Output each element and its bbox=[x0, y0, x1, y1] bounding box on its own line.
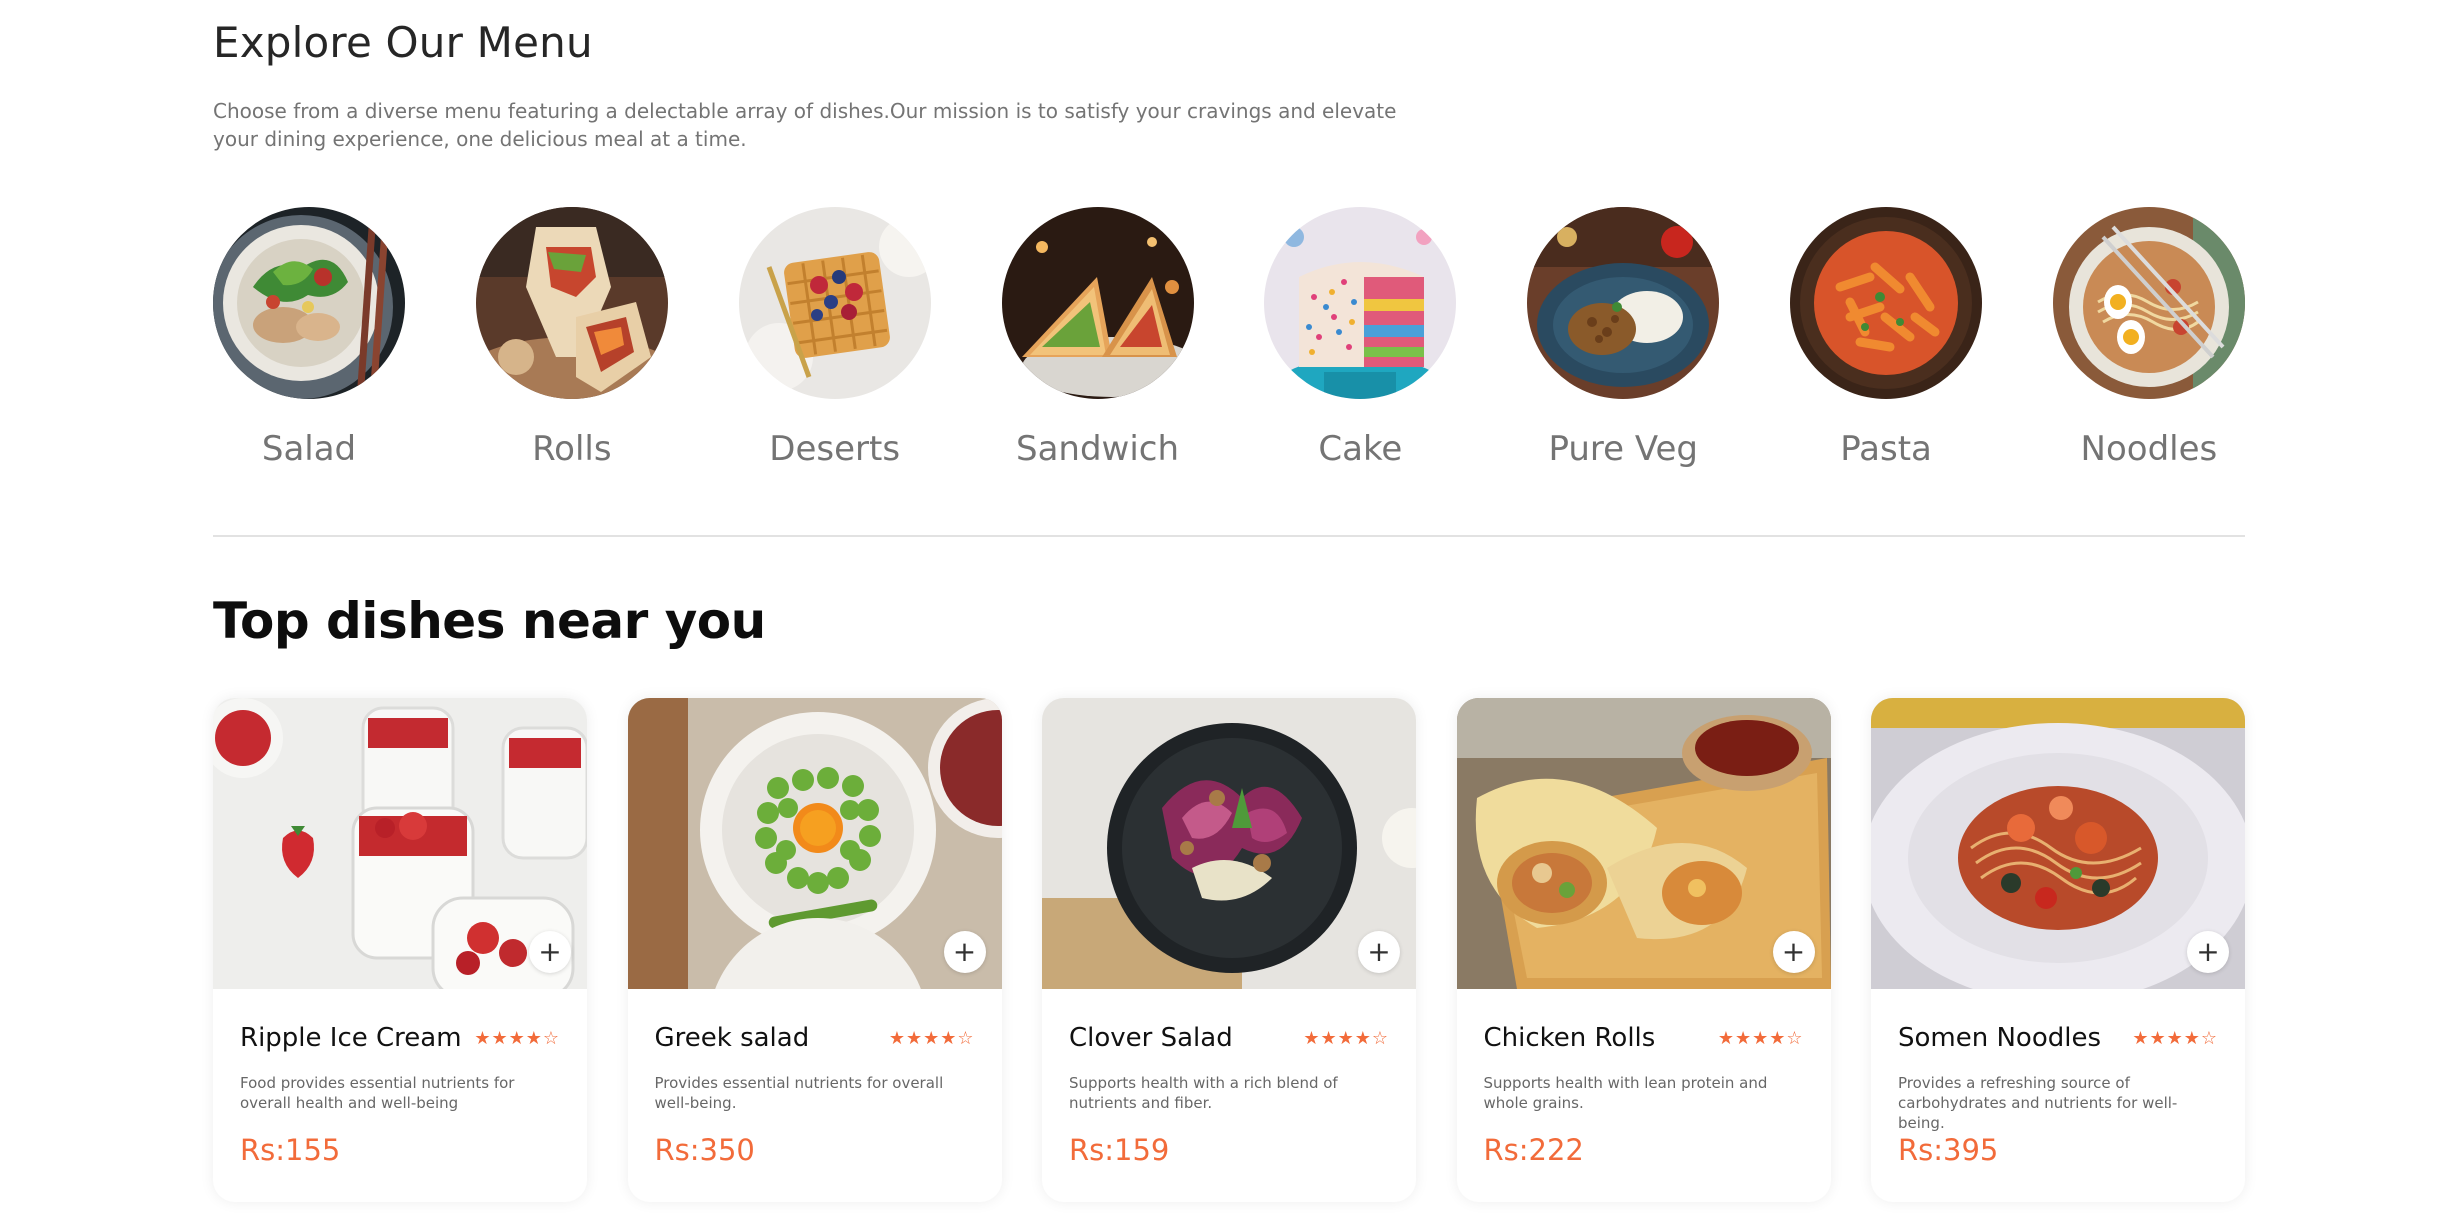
dish-info: Greek salad ★★★★☆ Provides essential nut… bbox=[628, 1023, 1002, 1167]
category-label: Salad bbox=[261, 429, 357, 469]
add-to-cart-button[interactable]: + bbox=[1358, 931, 1400, 973]
dish-description: Supports health with lean protein and wh… bbox=[1483, 1074, 1768, 1112]
dish-grid: + Ripple Ice Cream ★★★★☆ Food provides e… bbox=[213, 698, 2245, 1202]
ripple-ice-cream-image: + bbox=[213, 698, 587, 989]
dish-card[interactable]: + Clover Salad ★★★★☆ Supports health wit… bbox=[1042, 698, 1416, 1202]
category-label: Pasta bbox=[1840, 429, 1932, 469]
noodles-image bbox=[2052, 207, 2245, 399]
dish-header: Clover Salad ★★★★☆ bbox=[1069, 1023, 1389, 1053]
add-to-cart-button[interactable]: + bbox=[1772, 931, 1815, 973]
dish-description: Food provides essential nutrients for ov… bbox=[240, 1074, 515, 1112]
dish-card[interactable]: + Ripple Ice Cream ★★★★☆ Food provides e… bbox=[213, 698, 587, 1202]
category-label: Sandwich bbox=[1016, 429, 1180, 469]
dish-card[interactable]: + Chicken Rolls ★★★★☆ Supports health wi… bbox=[1456, 698, 1831, 1202]
dish-name: Somen Noodles bbox=[1898, 1023, 2102, 1053]
category-list: Salad Rolls Deserts Sandwich Cake Pure V… bbox=[213, 207, 2245, 477]
clover-salad-image: + bbox=[1042, 698, 1416, 989]
dish-header: Chicken Rolls ★★★★☆ bbox=[1484, 1023, 1804, 1053]
category-rolls[interactable]: Rolls bbox=[475, 207, 668, 477]
page: Explore Our Menu Choose from a diverse m… bbox=[0, 0, 2455, 1219]
category-label: Deserts bbox=[769, 429, 901, 469]
dish-info: Clover Salad ★★★★☆ Supports health with … bbox=[1042, 1023, 1416, 1167]
somen-noodles-image: + bbox=[1871, 698, 2245, 989]
explore-menu-title: Explore Our Menu bbox=[213, 18, 593, 67]
section-divider bbox=[213, 535, 2245, 537]
add-to-cart-button[interactable]: + bbox=[2187, 931, 2229, 973]
category-label: Noodles bbox=[2080, 429, 2218, 469]
dish-price: Rs:222 bbox=[1483, 1133, 1584, 1167]
dish-header: Ripple Ice Cream ★★★★☆ bbox=[240, 1023, 560, 1053]
dish-price: Rs:395 bbox=[1898, 1133, 1999, 1167]
dish-name: Ripple Ice Cream bbox=[240, 1023, 462, 1053]
dish-description: Provides a refreshing source of carbohyd… bbox=[1898, 1074, 2178, 1132]
greek-salad-image: + bbox=[627, 698, 1002, 989]
star-rating-icon: ★★★★☆ bbox=[1303, 1027, 1389, 1049]
dish-description: Provides essential nutrients for overall… bbox=[654, 1074, 944, 1112]
cake-image bbox=[1264, 207, 1457, 399]
dish-price: Rs:155 bbox=[240, 1133, 341, 1167]
category-pure-veg[interactable]: Pure Veg bbox=[1527, 207, 1720, 477]
pure-veg-image bbox=[1527, 207, 1720, 399]
add-to-cart-button[interactable]: + bbox=[529, 931, 571, 973]
star-rating-icon: ★★★★☆ bbox=[2132, 1027, 2218, 1049]
category-pasta[interactable]: Pasta bbox=[1790, 207, 1983, 477]
explore-menu-description: Choose from a diverse menu featuring a d… bbox=[213, 99, 1397, 151]
category-label: Cake bbox=[1318, 429, 1403, 469]
category-label: Pure Veg bbox=[1548, 429, 1698, 469]
salad-image bbox=[213, 207, 405, 399]
rolls-image bbox=[475, 207, 668, 399]
top-dishes-title: Top dishes near you bbox=[213, 592, 766, 650]
dish-info: Somen Noodles ★★★★☆ Provides a refreshin… bbox=[1871, 1023, 2245, 1167]
dish-name: Clover Salad bbox=[1069, 1023, 1233, 1053]
dish-header: Somen Noodles ★★★★☆ bbox=[1898, 1023, 2218, 1053]
category-label: Rolls bbox=[532, 429, 612, 469]
dish-price: Rs:159 bbox=[1069, 1133, 1170, 1167]
dish-name: Greek salad bbox=[654, 1023, 810, 1053]
add-to-cart-button[interactable]: + bbox=[943, 931, 986, 973]
chicken-rolls-image: + bbox=[1456, 698, 1831, 989]
deserts-image bbox=[738, 207, 931, 399]
star-rating-icon: ★★★★☆ bbox=[474, 1027, 560, 1049]
dish-header: Greek salad ★★★★☆ bbox=[655, 1023, 975, 1053]
dish-description: Supports health with a rich blend of nut… bbox=[1069, 1074, 1338, 1112]
category-noodles[interactable]: Noodles bbox=[2052, 207, 2245, 477]
category-cake[interactable]: Cake bbox=[1264, 207, 1457, 477]
star-rating-icon: ★★★★☆ bbox=[1717, 1027, 1804, 1049]
category-salad[interactable]: Salad bbox=[213, 207, 405, 477]
dish-info: Ripple Ice Cream ★★★★☆ Food provides ess… bbox=[213, 1023, 587, 1167]
sandwich-image bbox=[1001, 207, 1194, 399]
dish-name: Chicken Rolls bbox=[1483, 1023, 1656, 1053]
category-sandwich[interactable]: Sandwich bbox=[1001, 207, 1194, 477]
star-rating-icon: ★★★★☆ bbox=[888, 1027, 975, 1049]
dish-price: Rs:350 bbox=[654, 1133, 755, 1167]
dish-info: Chicken Rolls ★★★★☆ Supports health with… bbox=[1457, 1023, 1831, 1167]
category-deserts[interactable]: Deserts bbox=[738, 207, 931, 477]
pasta-image bbox=[1790, 207, 1983, 399]
dish-card[interactable]: + Greek salad ★★★★☆ Provides essential n… bbox=[627, 698, 1002, 1202]
dish-card[interactable]: + Somen Noodles ★★★★☆ Provides a refresh… bbox=[1871, 698, 2245, 1202]
